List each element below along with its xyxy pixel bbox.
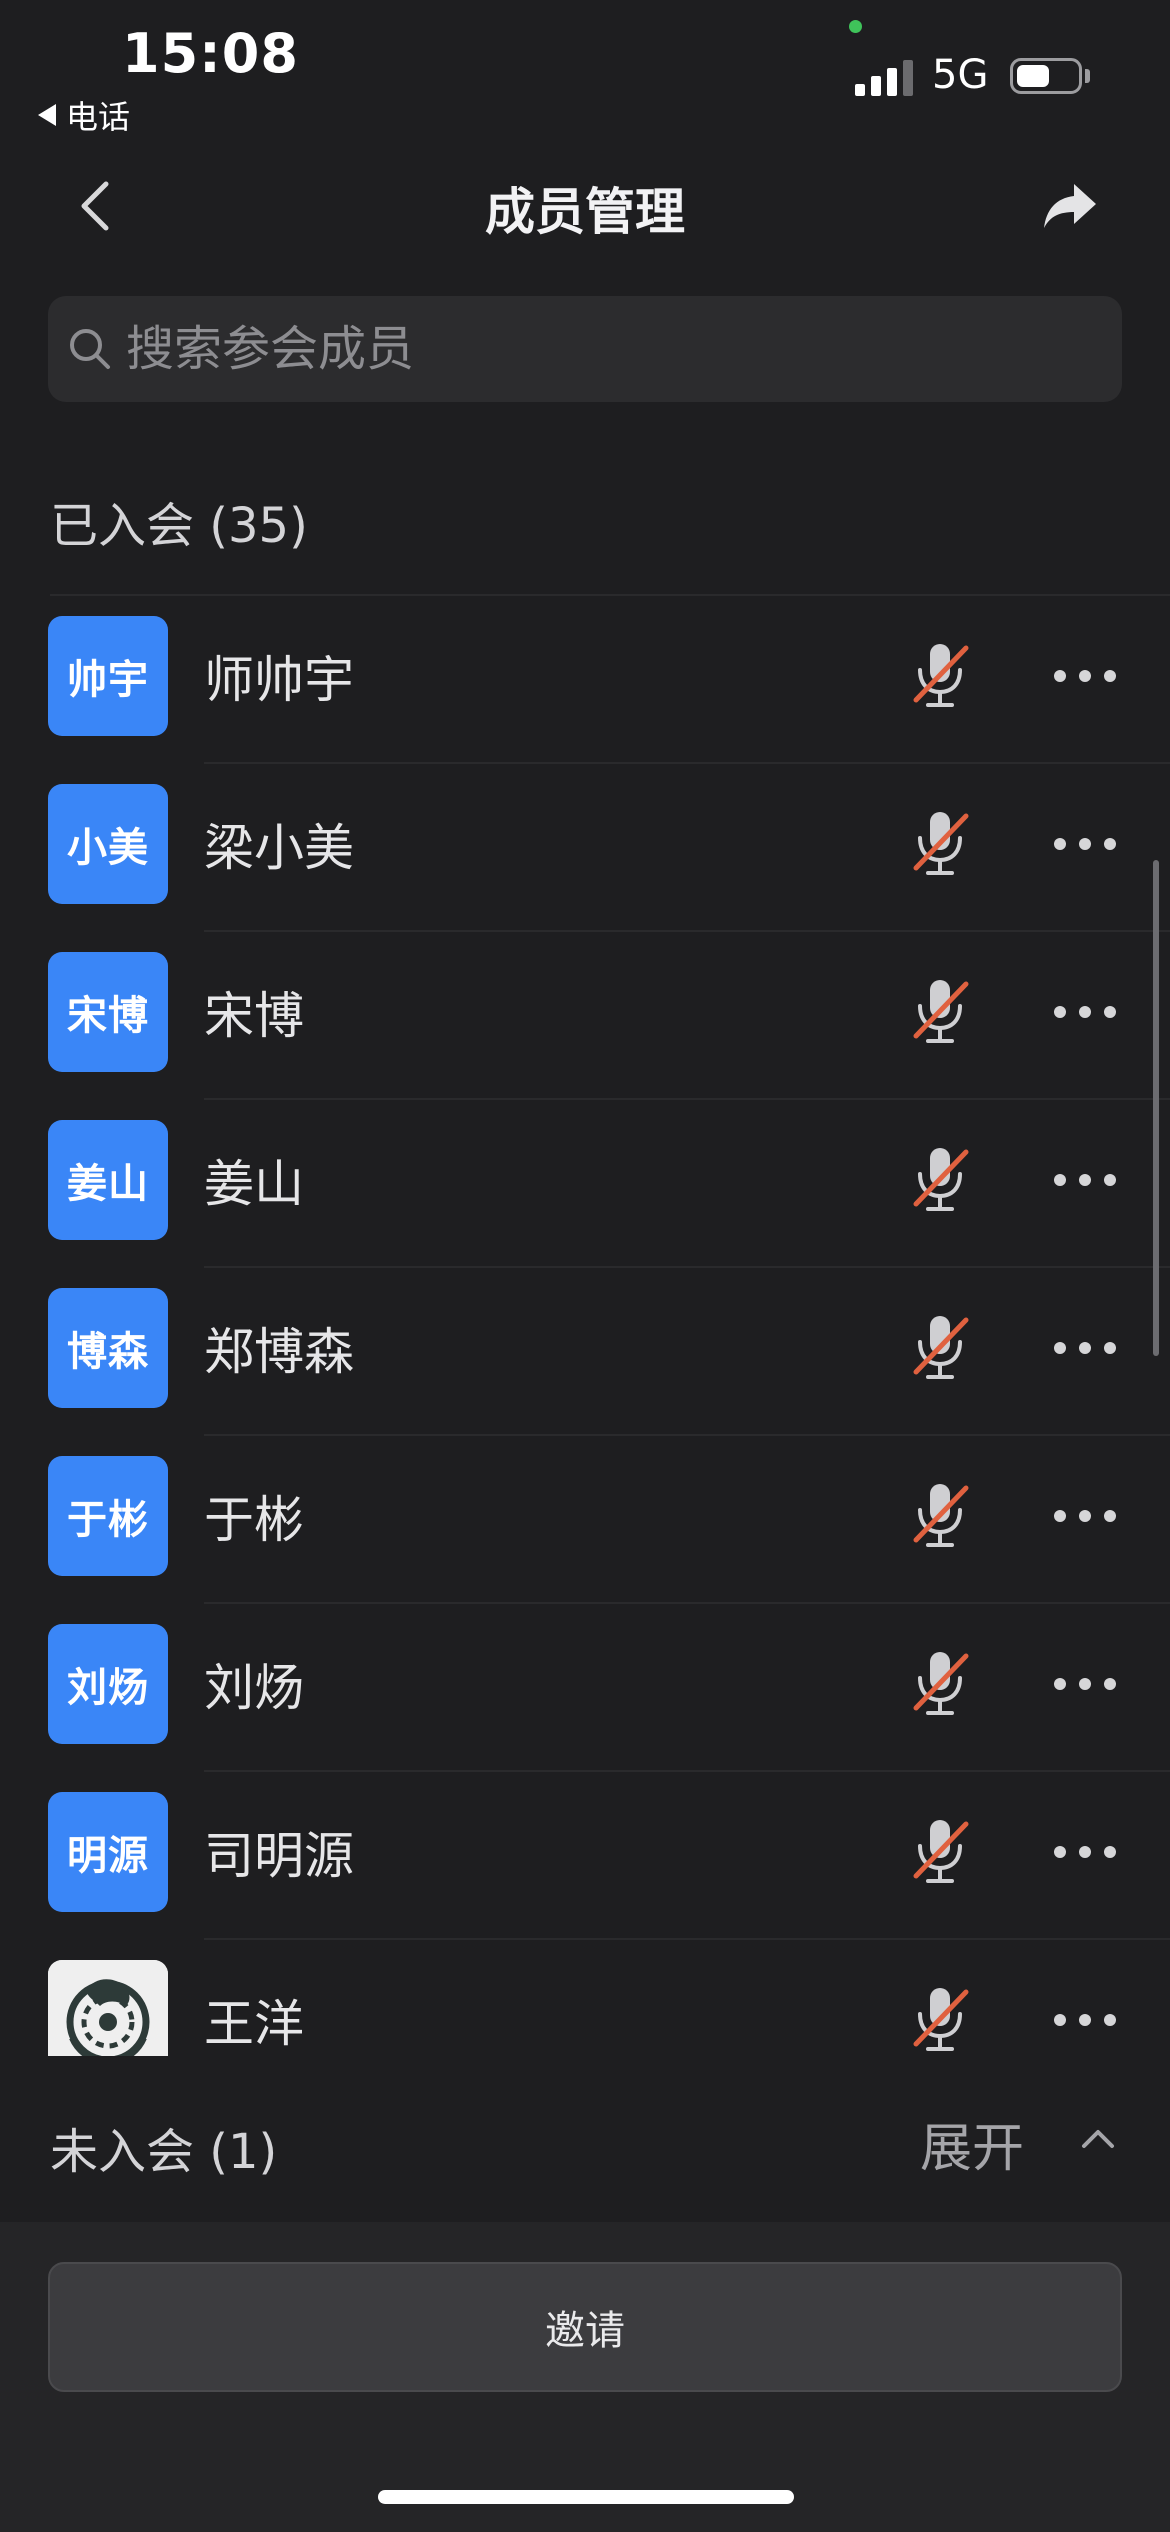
signal-icon: [855, 60, 913, 96]
member-name: 王洋: [204, 1995, 304, 2053]
member-row[interactable]: 宋博 宋博: [0, 932, 1170, 1100]
member-name: 司明源: [204, 1827, 354, 1885]
more-dots-icon[interactable]: [1054, 1160, 1116, 1200]
more-dots-icon[interactable]: [1054, 824, 1116, 864]
mic-muted-icon[interactable]: [908, 1984, 972, 2056]
mic-muted-icon[interactable]: [908, 1312, 972, 1384]
member-name: 刘炀: [204, 1659, 304, 1717]
chevron-up-icon[interactable]: [1080, 2124, 1116, 2152]
avatar: 宋博: [48, 952, 168, 1072]
more-dots-icon[interactable]: [1054, 2000, 1116, 2040]
back-to-app[interactable]: 电话: [38, 92, 130, 138]
search-icon: [70, 329, 110, 369]
joined-section-header: 已入会 (35): [50, 498, 308, 554]
avatar: 姜山: [48, 1120, 168, 1240]
expand-button[interactable]: 展开: [920, 2106, 1024, 2181]
member-row[interactable]: 刘炀 刘炀: [0, 1604, 1170, 1772]
member-name: 师帅宇: [204, 651, 354, 709]
page-title: 成员管理: [485, 183, 685, 241]
member-row[interactable]: 于彬 于彬: [0, 1436, 1170, 1604]
invite-button[interactable]: 邀请: [48, 2262, 1122, 2392]
mic-muted-icon[interactable]: [908, 640, 972, 712]
member-list[interactable]: 帅宇 师帅宇 小美 梁小美 宋博 宋博 姜山 姜山 博森 郑博森 于彬 于彬 刘…: [0, 596, 1170, 2056]
avatar: 于彬: [48, 1456, 168, 1576]
more-dots-icon[interactable]: [1054, 1832, 1116, 1872]
avatar: 帅宇: [48, 616, 168, 736]
mic-muted-icon[interactable]: [908, 976, 972, 1048]
member-row[interactable]: 帅宇 师帅宇: [0, 596, 1170, 764]
more-dots-icon[interactable]: [1054, 1496, 1116, 1536]
member-management-screen: 15:08 电话 5G 成员管理 已入会 (35) 帅宇 师帅宇: [0, 0, 1170, 2532]
member-name: 姜山: [204, 1155, 304, 1213]
battery-icon: [1010, 58, 1082, 94]
search-bar[interactable]: [48, 296, 1122, 402]
more-dots-icon[interactable]: [1054, 656, 1116, 696]
status-time: 15:08: [122, 22, 299, 85]
back-triangle-icon: [38, 104, 56, 126]
member-row[interactable]: 明源 司明源: [0, 1772, 1170, 1940]
member-name: 于彬: [204, 1491, 304, 1549]
scrollbar[interactable]: [1153, 860, 1159, 1356]
back-app-label: 电话: [66, 98, 131, 136]
mic-muted-icon[interactable]: [908, 1144, 972, 1216]
share-arrow-icon[interactable]: [1040, 178, 1100, 234]
member-row[interactable]: 王洋: [0, 1940, 1170, 2056]
mic-muted-icon[interactable]: [908, 1648, 972, 1720]
mic-muted-icon[interactable]: [908, 1480, 972, 1552]
member-row[interactable]: 小美 梁小美: [0, 764, 1170, 932]
network-label: 5G: [932, 52, 989, 98]
not-joined-section-header: 未入会 (1): [50, 2124, 278, 2180]
more-dots-icon[interactable]: [1054, 1328, 1116, 1368]
camera-indicator-dot: [849, 20, 862, 33]
avatar: 小美: [48, 784, 168, 904]
home-indicator[interactable]: [378, 2490, 794, 2504]
more-dots-icon[interactable]: [1054, 1664, 1116, 1704]
avatar: 刘炀: [48, 1624, 168, 1744]
dragon-emblem-image: [48, 1960, 168, 2056]
member-row[interactable]: 姜山 姜山: [0, 1100, 1170, 1268]
mic-muted-icon[interactable]: [908, 808, 972, 880]
mic-muted-icon[interactable]: [908, 1816, 972, 1888]
more-dots-icon[interactable]: [1054, 992, 1116, 1032]
search-input[interactable]: [124, 320, 1122, 378]
avatar: 明源: [48, 1792, 168, 1912]
avatar: 博森: [48, 1288, 168, 1408]
battery-tip: [1085, 69, 1090, 83]
member-name: 宋博: [204, 987, 304, 1045]
member-row[interactable]: 博森 郑博森: [0, 1268, 1170, 1436]
member-name: 梁小美: [204, 819, 354, 877]
member-name: 郑博森: [204, 1323, 354, 1381]
